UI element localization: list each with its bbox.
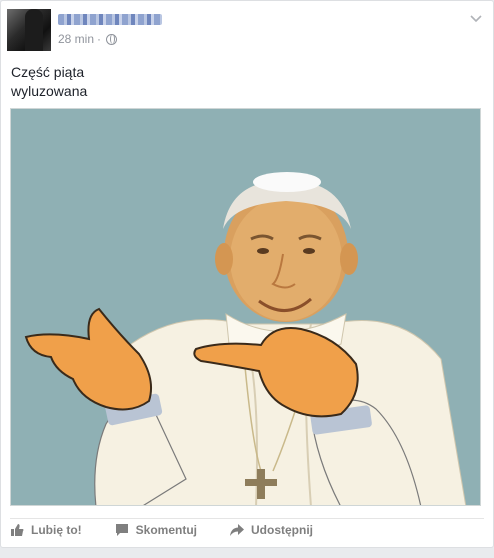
actions-divider bbox=[10, 518, 484, 519]
post-meta: 28 min · bbox=[58, 32, 118, 46]
share-button[interactable]: Udostępnij bbox=[230, 523, 313, 537]
meta-separator: · bbox=[97, 32, 102, 46]
thumbs-up-icon bbox=[11, 524, 24, 536]
comment-icon bbox=[115, 524, 128, 536]
share-arrow-icon bbox=[230, 524, 244, 536]
like-button[interactable]: Lubię to! bbox=[10, 523, 82, 537]
avatar-silhouette bbox=[25, 9, 43, 51]
post-image[interactable] bbox=[10, 108, 481, 506]
post-card: 28 min · Część piąta wyluzowana Lubię to… bbox=[0, 0, 494, 548]
comment-label: Skomentuj bbox=[135, 523, 197, 537]
post-text: Część piąta wyluzowana bbox=[11, 63, 87, 101]
author-name-blurred[interactable] bbox=[58, 14, 162, 25]
chevron-down-icon[interactable] bbox=[469, 11, 483, 25]
meme-illustration bbox=[24, 172, 467, 505]
like-label: Lubię to! bbox=[31, 523, 82, 537]
post-timestamp[interactable]: 28 min bbox=[58, 32, 94, 46]
post-text-line-2: wyluzowana bbox=[11, 83, 88, 99]
globe-icon[interactable] bbox=[106, 33, 118, 45]
post-actions: Lubię to! Skomentuj Udostępnij bbox=[10, 523, 346, 537]
post-text-line-1: Część piąta bbox=[11, 64, 85, 80]
author-avatar[interactable] bbox=[7, 9, 51, 51]
comment-button[interactable]: Skomentuj bbox=[115, 523, 197, 537]
share-label: Udostępnij bbox=[251, 523, 313, 537]
